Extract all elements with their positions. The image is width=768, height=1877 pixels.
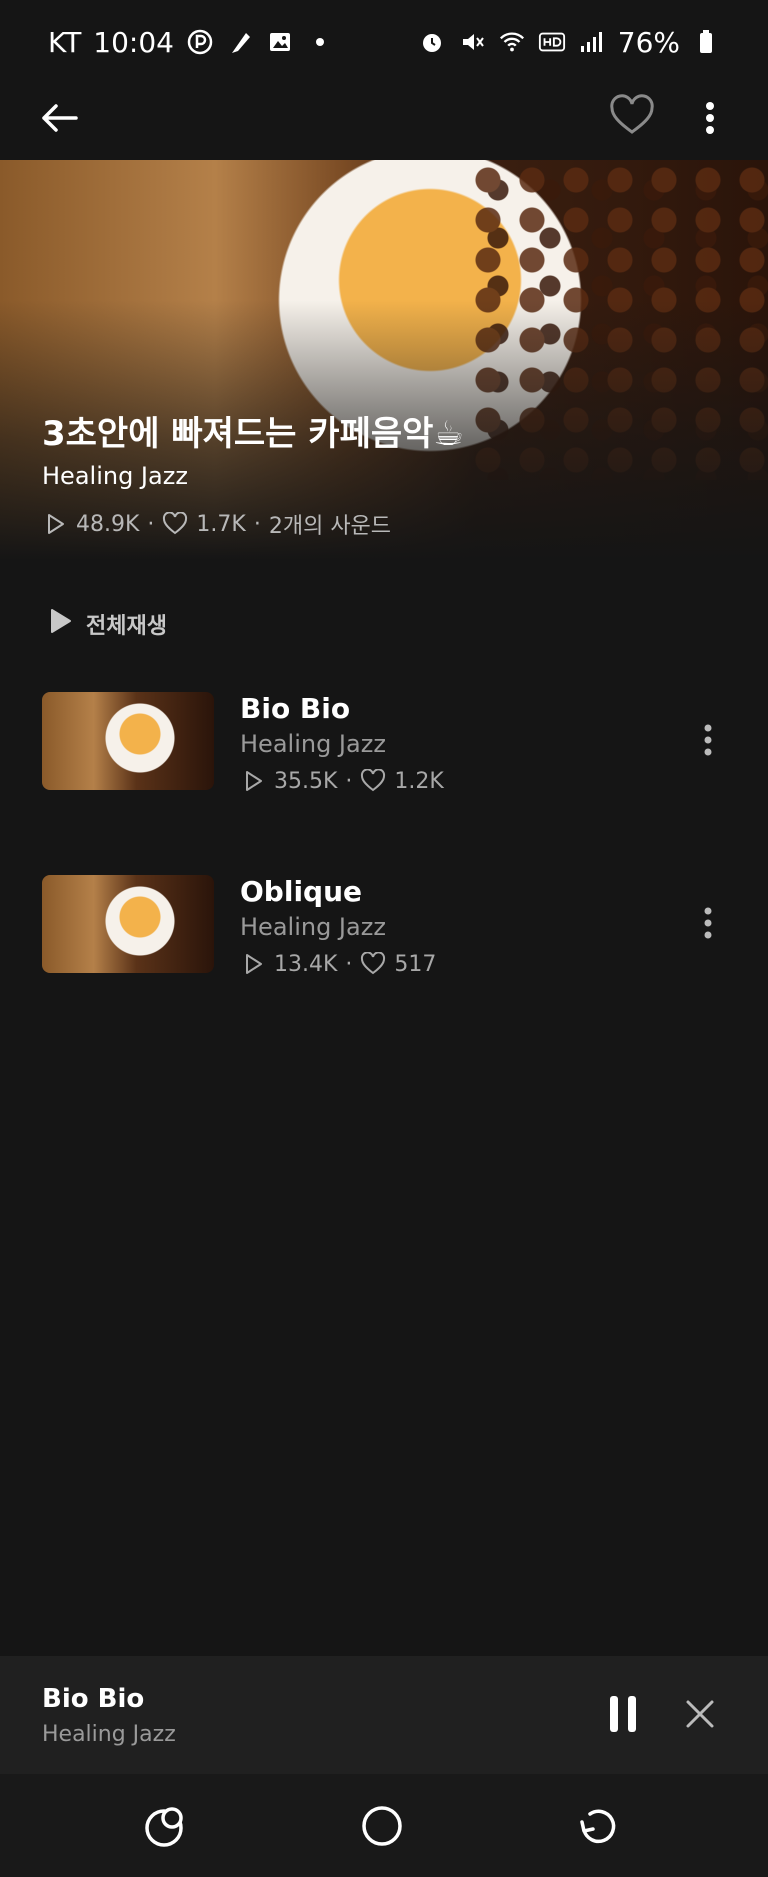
play-count-icon [42,511,68,537]
separator: · [253,511,261,537]
status-bar: KT 10:04 76% [0,0,768,84]
like-count-icon [360,951,386,977]
more-vertical-icon[interactable] [692,94,728,142]
track-title: Oblique [240,875,363,908]
track-row[interactable]: Oblique Healing Jazz 13.4K · 517 [0,863,768,983]
status-right: 76% [418,26,720,59]
play-all-label: 전체재생 [86,614,167,639]
track-artist: Healing Jazz [240,913,386,941]
track-row[interactable]: Bio Bio Healing Jazz 35.5K · 1.2K [0,680,768,800]
playlist-stats: 48.9K · 1.7K · 2개의 사운드 [42,508,391,540]
play-all-button[interactable]: 전체재생 [48,608,167,640]
mini-player-artist: Healing Jazz [42,1722,176,1747]
track-plays: 35.5K [274,768,338,794]
track-likes: 1.2K [394,768,444,794]
signal-icon [578,28,606,56]
wifi-icon [498,28,526,56]
track-stats: 13.4K · 517 [240,951,436,977]
recent-apps-icon[interactable] [142,1802,190,1850]
clock: 10:04 [93,25,174,59]
track-likes: 517 [394,951,437,977]
play-count-icon [240,768,266,794]
app-bar [0,84,768,160]
play-all-icon [48,608,72,640]
playlist-title: 3초안에 빠져드는 카페음악☕ [42,414,464,454]
track-more-icon[interactable] [690,716,726,764]
image-icon [266,28,294,56]
track-thumbnail [42,692,214,790]
back-arrow-icon[interactable] [36,94,84,142]
playlist-hero: 3초안에 빠져드는 카페음악☕ Healing Jazz 48.9K · 1.7… [0,160,768,560]
separator: · [345,951,353,977]
track-title: Bio Bio [240,692,351,725]
status-left: KT 10:04 [48,26,334,59]
mini-player[interactable]: Bio Bio Healing Jazz [0,1656,768,1774]
pause-icon[interactable] [604,1690,644,1738]
close-icon[interactable] [680,1694,720,1734]
track-artist: Healing Jazz [240,730,386,758]
separator: · [345,768,353,794]
battery-percent: 76% [617,25,680,59]
home-icon[interactable] [358,1802,406,1850]
heart-icon[interactable] [608,92,656,140]
back-icon[interactable] [574,1802,622,1850]
hero-gradient [0,160,768,560]
separator: · [147,511,155,537]
hd-icon [538,28,566,56]
track-more-icon[interactable] [690,899,726,947]
like-count-icon [360,768,386,794]
playlist-plays: 48.9K [76,511,140,537]
mini-player-title: Bio Bio [42,1684,145,1714]
p-circle-icon [186,28,214,56]
system-nav-bar [0,1774,768,1877]
alarm-icon [418,28,446,56]
feather-icon [226,28,254,56]
play-count-icon [240,951,266,977]
battery-icon [692,28,720,56]
track-stats: 35.5K · 1.2K [240,768,444,794]
dot-icon [306,28,334,56]
track-plays: 13.4K [274,951,338,977]
like-count-icon [162,511,188,537]
playlist-likes: 1.7K [196,511,246,537]
carrier-label: KT [48,25,82,59]
mute-icon [458,28,486,56]
playlist-sound-count: 2개의 사운드 [268,514,392,539]
track-thumbnail [42,875,214,973]
playlist-artist[interactable]: Healing Jazz [42,462,188,490]
